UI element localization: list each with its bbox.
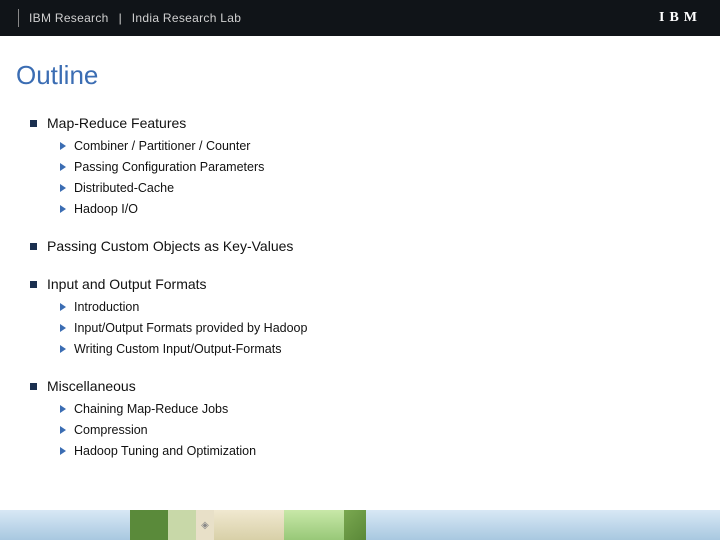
item-text: Passing Configuration Parameters [74,160,264,174]
triangle-bullet-icon [60,405,66,413]
list-item: Hadoop I/O [60,202,690,216]
item-text: Combiner / Partitioner / Counter [74,139,250,153]
triangle-bullet-icon [60,163,66,171]
list-item: Distributed-Cache [60,181,690,195]
item-text: Chaining Map-Reduce Jobs [74,402,228,416]
square-bullet-icon [30,243,37,250]
ibm-logo: IBM [659,10,702,26]
list-item: Introduction [60,300,690,314]
section-heading: Input and Output Formats [30,276,690,292]
item-text: Hadoop Tuning and Optimization [74,444,256,458]
triangle-bullet-icon [60,142,66,150]
triangle-bullet-icon [60,184,66,192]
triangle-bullet-icon [60,324,66,332]
section-misc: Miscellaneous Chaining Map-Reduce Jobs C… [30,378,690,458]
header-divider [18,9,19,27]
item-text: Writing Custom Input/Output-Formats [74,342,281,356]
list-item: Passing Configuration Parameters [60,160,690,174]
item-text: Introduction [74,300,139,314]
section-heading: Map-Reduce Features [30,115,690,131]
triangle-bullet-icon [60,426,66,434]
square-bullet-icon [30,120,37,127]
list-item: Compression [60,423,690,437]
section-title: Input and Output Formats [47,276,207,292]
list-item: Writing Custom Input/Output-Formats [60,342,690,356]
footer-block [0,510,130,540]
item-text: Distributed-Cache [74,181,174,195]
item-text: Hadoop I/O [74,202,138,216]
slide-content: Map-Reduce Features Combiner / Partition… [0,91,720,458]
item-text: Compression [74,423,148,437]
header-lab: India Research Lab [132,11,241,25]
footer-block [168,510,196,540]
triangle-bullet-icon [60,303,66,311]
footer-block [344,510,366,540]
triangle-bullet-icon [60,447,66,455]
section-items: Introduction Input/Output Formats provid… [60,300,690,356]
slide-title: Outline [16,60,720,91]
section-map-reduce: Map-Reduce Features Combiner / Partition… [30,115,690,216]
footer-block [130,510,168,540]
section-title: Passing Custom Objects as Key-Values [47,238,293,254]
square-bullet-icon [30,281,37,288]
header-left: IBM Research | India Research Lab [18,9,241,27]
header-sep: | [119,11,122,25]
list-item: Chaining Map-Reduce Jobs [60,402,690,416]
section-heading: Passing Custom Objects as Key-Values [30,238,690,254]
footer-block: ◈ [196,510,214,540]
header-org: IBM Research [29,11,109,25]
triangle-bullet-icon [60,205,66,213]
section-custom-objects: Passing Custom Objects as Key-Values [30,238,690,254]
square-bullet-icon [30,383,37,390]
triangle-bullet-icon [60,345,66,353]
header-bar: IBM Research | India Research Lab IBM [0,0,720,36]
footer-block [284,510,344,540]
list-item: Input/Output Formats provided by Hadoop [60,321,690,335]
list-item: Hadoop Tuning and Optimization [60,444,690,458]
section-title: Miscellaneous [47,378,136,394]
section-heading: Miscellaneous [30,378,690,394]
footer-decoration: ◈ [0,510,720,540]
list-item: Combiner / Partitioner / Counter [60,139,690,153]
section-items: Combiner / Partitioner / Counter Passing… [60,139,690,216]
footer-block [366,510,720,540]
item-text: Input/Output Formats provided by Hadoop [74,321,307,335]
section-items: Chaining Map-Reduce Jobs Compression Had… [60,402,690,458]
section-io-formats: Input and Output Formats Introduction In… [30,276,690,356]
footer-block [214,510,284,540]
section-title: Map-Reduce Features [47,115,186,131]
